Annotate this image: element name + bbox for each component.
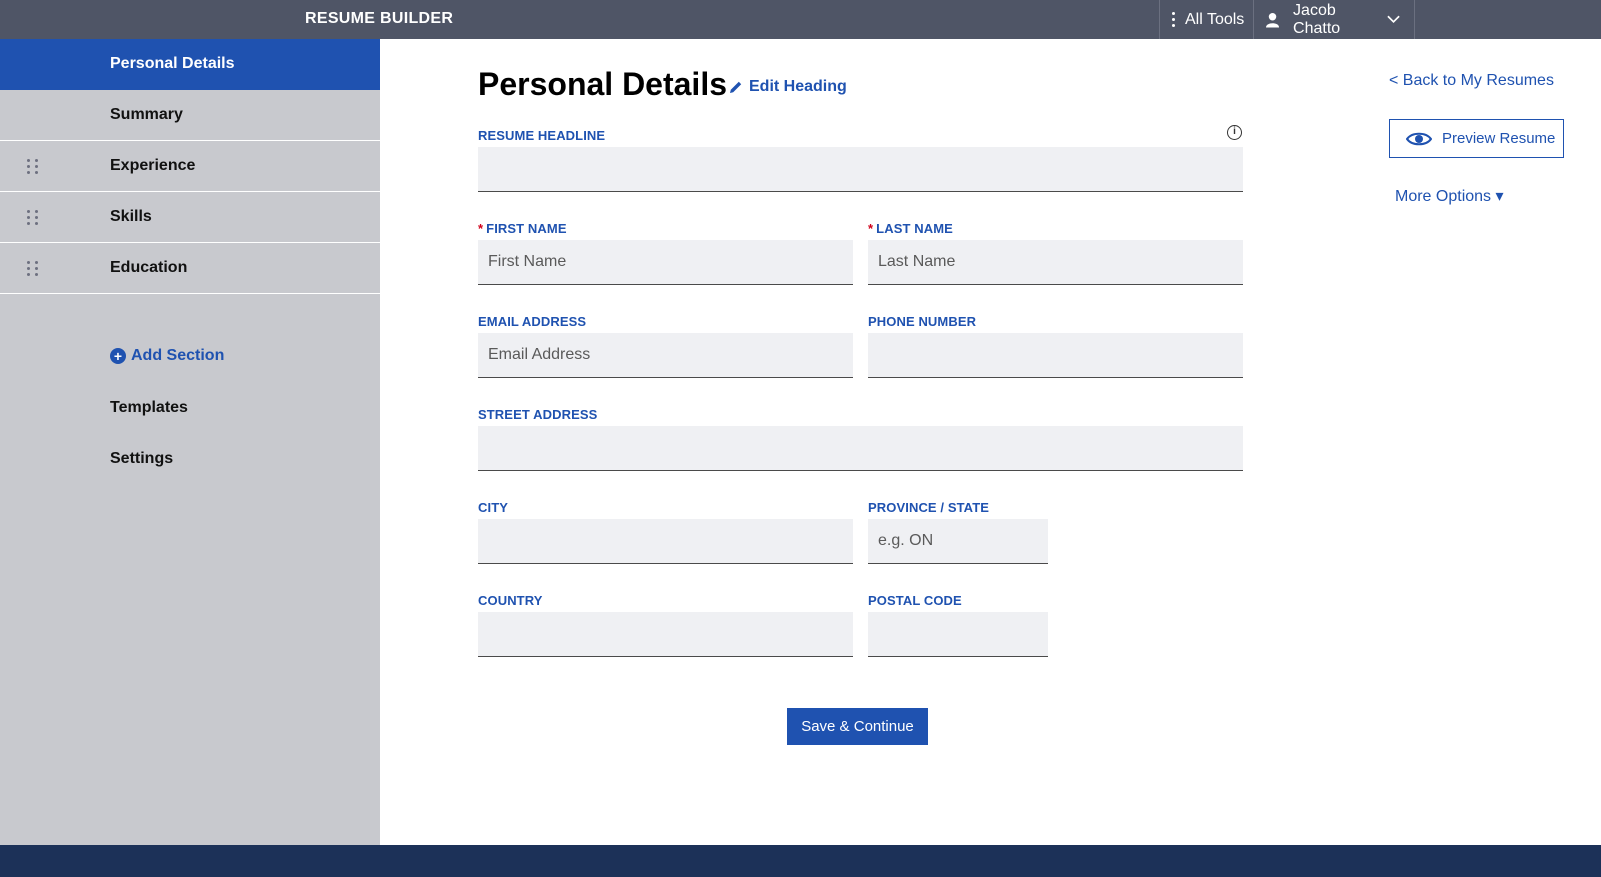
postal-code-label: POSTAL CODE [868,593,962,608]
all-tools-button[interactable]: All Tools [1159,0,1253,39]
email-label: EMAIL ADDRESS [478,314,587,329]
street-label: STREET ADDRESS [478,407,598,422]
sidebar-item-label: Experience [110,157,196,174]
page-title: Personal Details [478,66,727,102]
brand-logo[interactable]: RESUME BUILDER [305,10,453,28]
sidebar-item-summary[interactable]: Summary [0,90,380,141]
required-marker: * [478,221,484,236]
drag-handle-icon[interactable] [27,261,38,276]
sidebar-item-skills[interactable]: Skills [0,192,380,243]
headline-label: RESUME HEADLINE [478,128,606,143]
user-menu-button[interactable]: Jacob Chatto [1253,0,1415,39]
edit-heading-button[interactable]: Edit Heading [729,78,847,96]
top-bar: RESUME BUILDER All Tools Jacob Chatto [0,0,1601,39]
footer-bar [0,845,1601,877]
phone-label: PHONE NUMBER [868,314,977,329]
city-label: CITY [478,500,509,515]
country-input[interactable] [478,612,853,657]
sidebar-item-label: Summary [110,106,183,123]
province-label: PROVINCE / STATE [868,500,990,515]
city-input[interactable] [478,519,853,564]
kebab-icon [1172,12,1175,27]
settings-link[interactable]: Settings [110,450,173,468]
province-input[interactable] [868,519,1048,564]
country-label: COUNTRY [478,593,543,608]
more-options-dropdown[interactable]: More Options ▾ [1395,186,1504,206]
add-section-button[interactable]: + Add Section [110,347,224,365]
resume-headline-input[interactable] [478,147,1243,192]
first-name-input[interactable] [478,240,853,285]
sidebar-item-personal-details[interactable]: Personal Details [0,39,380,90]
sidebar-item-education[interactable]: Education [0,243,380,294]
all-tools-label: All Tools [1185,10,1245,28]
email-field[interactable] [478,333,853,378]
sidebar-item-label: Education [110,259,188,276]
drag-handle-icon[interactable] [27,210,38,225]
first-name-label: * FIRST NAME [478,221,567,236]
phone-field[interactable] [868,333,1243,378]
templates-link[interactable]: Templates [110,399,188,417]
save-continue-button[interactable]: Save & Continue [787,708,928,745]
sidebar-item-experience[interactable]: Experience [0,141,380,192]
info-icon[interactable]: i [1227,125,1242,140]
required-marker: * [868,221,874,236]
sidebar: Personal Details Summary Experience Skil… [0,39,380,845]
drag-handle-icon[interactable] [27,159,38,174]
last-name-label: * LAST NAME [868,221,953,236]
pencil-icon [730,81,742,93]
last-name-label-text: LAST NAME [876,221,953,236]
first-name-label-text: FIRST NAME [486,221,567,236]
preview-resume-label: Preview Resume [1442,130,1556,147]
user-icon [1266,12,1280,27]
add-section-label: Add Section [131,347,225,364]
sidebar-item-label: Skills [110,208,152,225]
plus-circle-icon: + [110,348,126,364]
sidebar-item-label: Personal Details [110,55,235,72]
edit-heading-label: Edit Heading [749,78,847,95]
preview-resume-button[interactable]: Preview Resume [1389,119,1564,158]
chevron-down-icon [1387,15,1400,24]
user-name: Jacob Chatto [1293,1,1341,37]
eye-icon [1406,132,1432,145]
back-to-resumes-link[interactable]: < Back to My Resumes [1389,72,1554,90]
street-address-input[interactable] [478,426,1243,471]
postal-code-input[interactable] [868,612,1048,657]
last-name-input[interactable] [868,240,1243,285]
